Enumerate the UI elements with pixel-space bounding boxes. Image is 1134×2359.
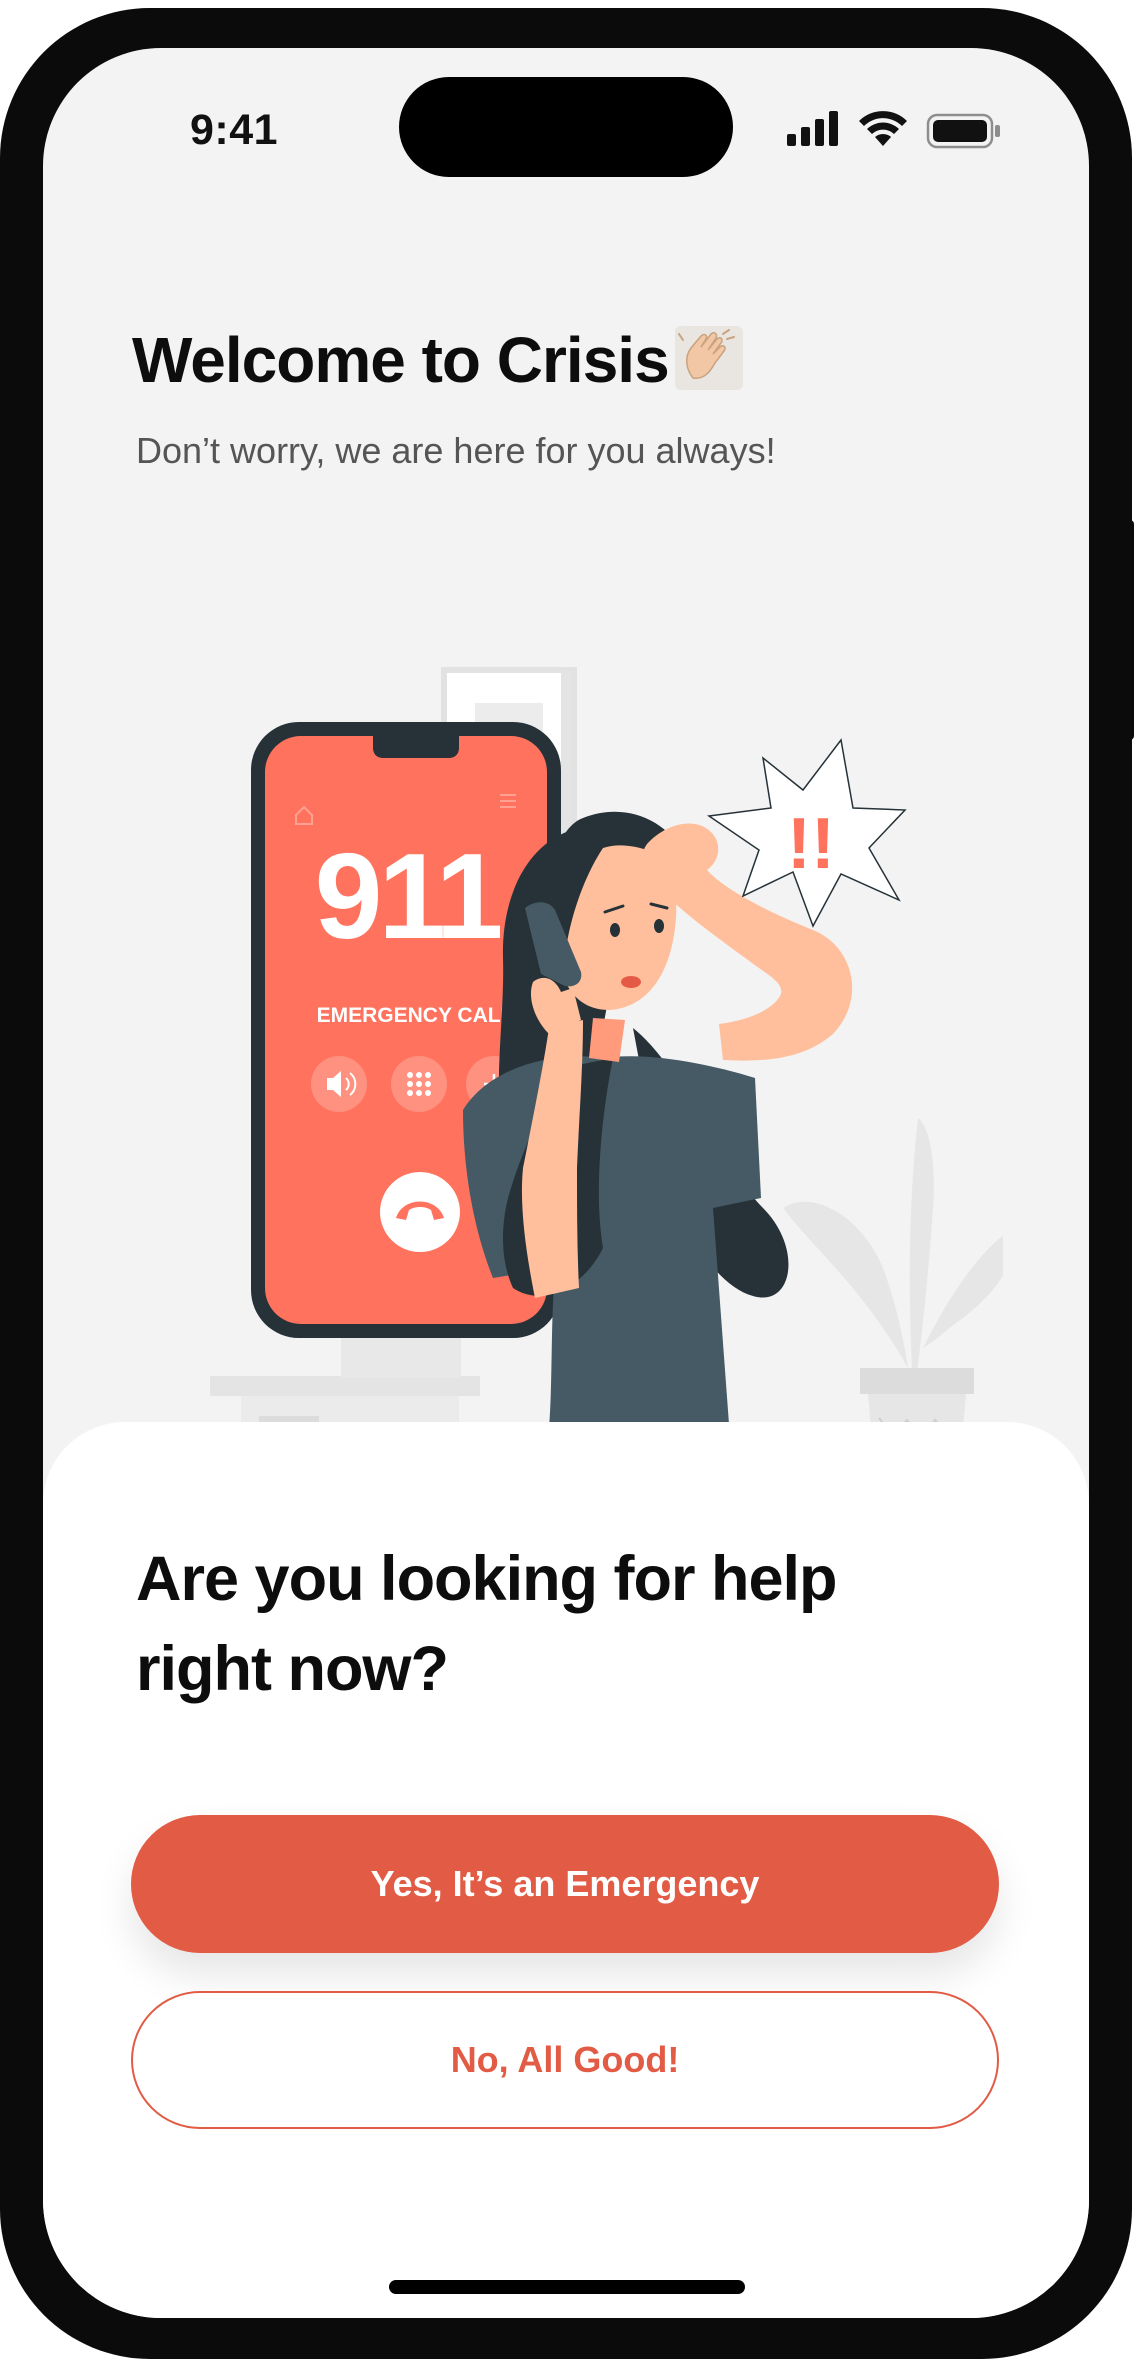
plant [783,1118,1003,1474]
side-button [1124,520,1134,740]
status-bar: 9:41 [43,48,1089,218]
emergency-yes-button[interactable]: Yes, It’s an Emergency [131,1815,999,1953]
all-good-label: No, All Good! [450,2039,680,2080]
battery-icon [926,113,1000,149]
wifi-icon [859,111,907,146]
app-screen: 9:41 Welcome to Crisis Don’t worry, we a… [43,48,1089,2318]
signal-icon [787,111,838,146]
subtitle: Don’t worry, we are here for you always! [136,430,776,471]
page-title: Welcome to Crisis [132,323,743,397]
waving-hand-icon [674,326,743,390]
status-icons [787,111,1000,149]
woman-graphic [463,811,853,1478]
alert-text: !! [787,804,835,884]
phone-caption-text: EMERGENCY CALL [317,1004,514,1027]
question-line-1: Are you looking for help [136,1544,838,1614]
status-time: 9:41 [190,106,279,154]
question-line-2: right now? [136,1634,449,1704]
end-call-icon [380,1172,460,1252]
emergency-call-illustration: 911 EMERGENCY CALL !! [210,667,1003,1478]
all-good-button[interactable]: No, All Good! [131,1991,999,2129]
question-heading: Are you looking for help right now? [136,1534,936,1714]
dynamic-island [399,77,733,177]
home-indicator[interactable] [389,2280,745,2294]
emergency-yes-label: Yes, It’s an Emergency [370,1863,760,1904]
title-text: Welcome to Crisis [132,324,670,396]
phone-number-text: 911 [315,828,501,964]
